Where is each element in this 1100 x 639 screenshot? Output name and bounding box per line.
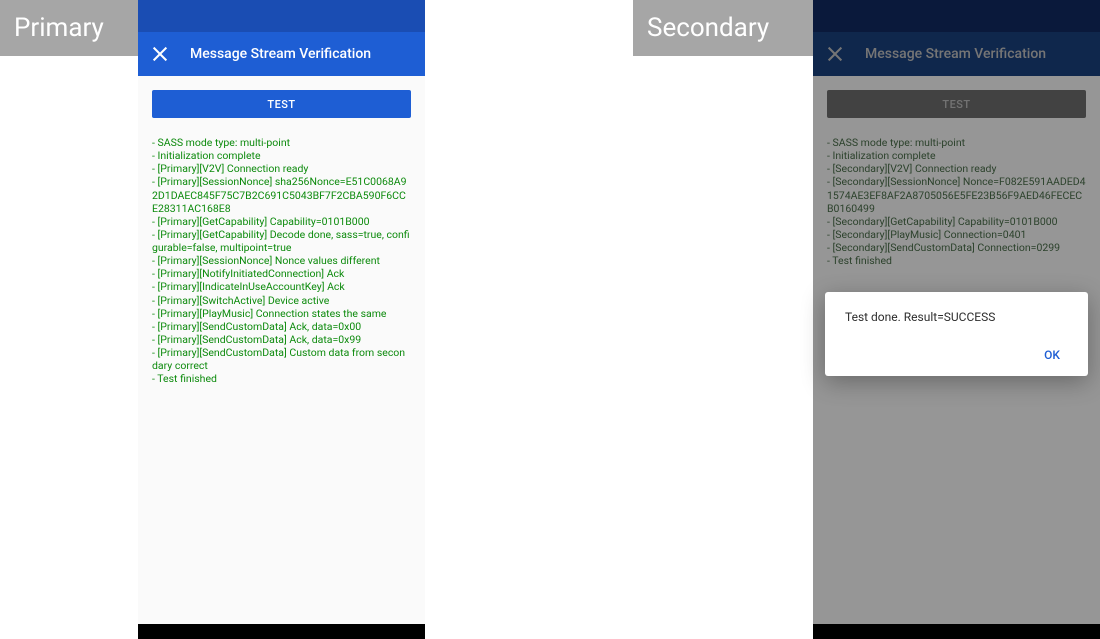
log-secondary: - SASS mode type: multi-point - Initiali…	[827, 136, 1086, 267]
role-label-primary-text: Primary	[14, 13, 104, 43]
dialog-message: Test done. Result=SUCCESS	[845, 310, 1068, 324]
role-label-secondary-text: Secondary	[647, 13, 769, 43]
result-dialog: Test done. Result=SUCCESS OK	[825, 292, 1088, 376]
phone-secondary: Message Stream Verification TEST - SASS …	[813, 0, 1100, 639]
content-area: TEST - SASS mode type: multi-point - Ini…	[138, 76, 425, 624]
log-line: - [Secondary][SessionNonce] Nonce=F082E5…	[827, 175, 1086, 214]
test-button-label: TEST	[267, 98, 295, 111]
log-line: - [Primary][SessionNonce] sha256Nonce=E5…	[152, 175, 411, 214]
appbar-title: Message Stream Verification	[865, 46, 1046, 62]
appbar-title: Message Stream Verification	[190, 46, 371, 62]
app-bar: Message Stream Verification	[138, 32, 425, 76]
dialog-ok-button[interactable]: OK	[1036, 344, 1068, 366]
log-line: - [Primary][SwitchActive] Device active	[152, 294, 411, 307]
dialog-actions: OK	[845, 344, 1068, 366]
log-line: - Initialization complete	[827, 149, 1086, 162]
log-primary: - SASS mode type: multi-point - Initiali…	[152, 136, 411, 385]
log-line: - [Primary][GetCapability] Capability=01…	[152, 215, 411, 228]
app-bar: Message Stream Verification	[813, 32, 1100, 76]
bottom-bar	[813, 624, 1100, 639]
log-line: - Initialization complete	[152, 149, 411, 162]
status-bar	[813, 0, 1100, 32]
test-button-label: TEST	[942, 98, 970, 111]
close-icon[interactable]	[152, 46, 168, 62]
log-line: - [Primary][SessionNonce] Nonce values d…	[152, 254, 411, 267]
log-line: - Test finished	[827, 254, 1086, 267]
test-button: TEST	[827, 90, 1086, 118]
log-line: - [Secondary][GetCapability] Capability=…	[827, 215, 1086, 228]
log-line: - SASS mode type: multi-point	[152, 136, 411, 149]
test-button[interactable]: TEST	[152, 90, 411, 118]
log-line: - [Primary][SendCustomData] Ack, data=0x…	[152, 333, 411, 346]
log-line: - [Primary][GetCapability] Decode done, …	[152, 228, 411, 254]
bottom-bar	[138, 624, 425, 639]
role-label-secondary: Secondary	[633, 0, 813, 56]
log-line: - [Secondary][SendCustomData] Connection…	[827, 241, 1086, 254]
log-line: - [Secondary][V2V] Connection ready	[827, 162, 1086, 175]
phone-primary: Message Stream Verification TEST - SASS …	[138, 0, 425, 639]
status-bar	[138, 0, 425, 32]
log-line: - [Primary][SendCustomData] Custom data …	[152, 346, 411, 372]
close-icon	[827, 46, 843, 62]
log-line: - SASS mode type: multi-point	[827, 136, 1086, 149]
log-line: - [Primary][SendCustomData] Ack, data=0x…	[152, 320, 411, 333]
log-line: - [Primary][PlayMusic] Connection states…	[152, 307, 411, 320]
role-label-primary: Primary	[0, 0, 138, 56]
log-line: - [Primary][IndicateInUseAccountKey] Ack	[152, 280, 411, 293]
log-line: - [Primary][NotifyInitiatedConnection] A…	[152, 267, 411, 280]
log-line: - Test finished	[152, 372, 411, 385]
log-line: - [Secondary][PlayMusic] Connection=0401	[827, 228, 1086, 241]
log-line: - [Primary][V2V] Connection ready	[152, 162, 411, 175]
